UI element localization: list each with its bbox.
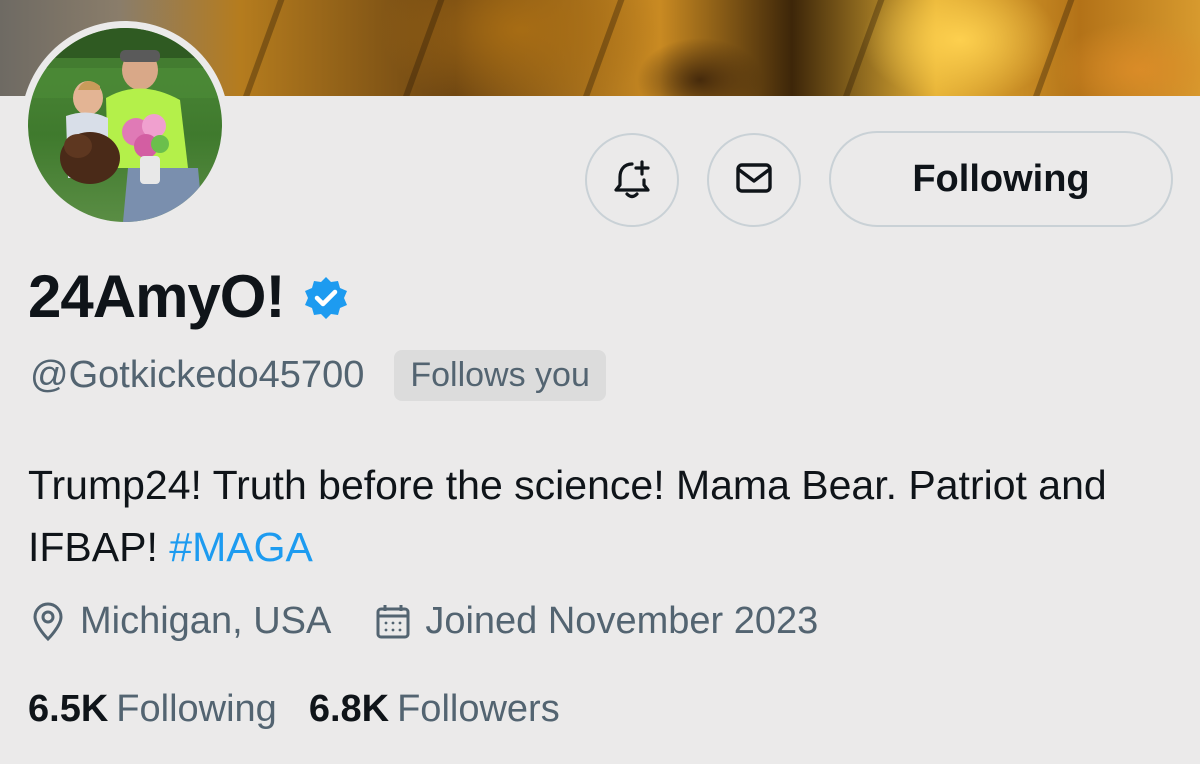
followers-label: Followers: [397, 688, 560, 730]
following-button[interactable]: Following: [829, 131, 1173, 227]
profile-avatar[interactable]: [21, 21, 229, 229]
message-button[interactable]: [707, 133, 801, 227]
bell-plus-icon: [610, 156, 654, 205]
envelope-icon: [733, 157, 775, 204]
display-name-row: 24AmyO!: [28, 262, 350, 331]
follows-you-badge: Follows you: [394, 350, 606, 401]
profile-meta: Michigan, USA Joined November 2023: [30, 600, 818, 643]
location-pin-icon: [30, 602, 66, 642]
user-handle: @Gotkickedo45700: [30, 354, 365, 396]
following-count: 6.5K: [28, 688, 109, 730]
joined-item: Joined November 2023: [375, 600, 818, 643]
following-label: Following: [116, 688, 277, 730]
location-text: Michigan, USA: [80, 600, 332, 642]
handle-row: @Gotkickedo45700 Follows you: [30, 350, 606, 401]
joined-date-text: Joined November 2023: [425, 600, 819, 642]
avatar-photo: [28, 28, 222, 222]
following-count-link[interactable]: 6.5K Following: [28, 688, 277, 731]
calendar-icon: [375, 603, 411, 641]
bio-hashtag-link[interactable]: #MAGA: [169, 524, 313, 570]
followers-count-link[interactable]: 6.8K Followers: [309, 688, 560, 731]
location-item: Michigan, USA: [30, 600, 331, 643]
verified-badge-icon[interactable]: [302, 275, 350, 323]
display-name: 24AmyO!: [28, 263, 285, 330]
profile-bio: Trump24! Truth before the science! Mama …: [28, 454, 1178, 578]
follow-stats: 6.5K Following 6.8K Followers: [28, 688, 560, 731]
followers-count: 6.8K: [308, 688, 390, 730]
notifications-button[interactable]: [585, 133, 679, 227]
